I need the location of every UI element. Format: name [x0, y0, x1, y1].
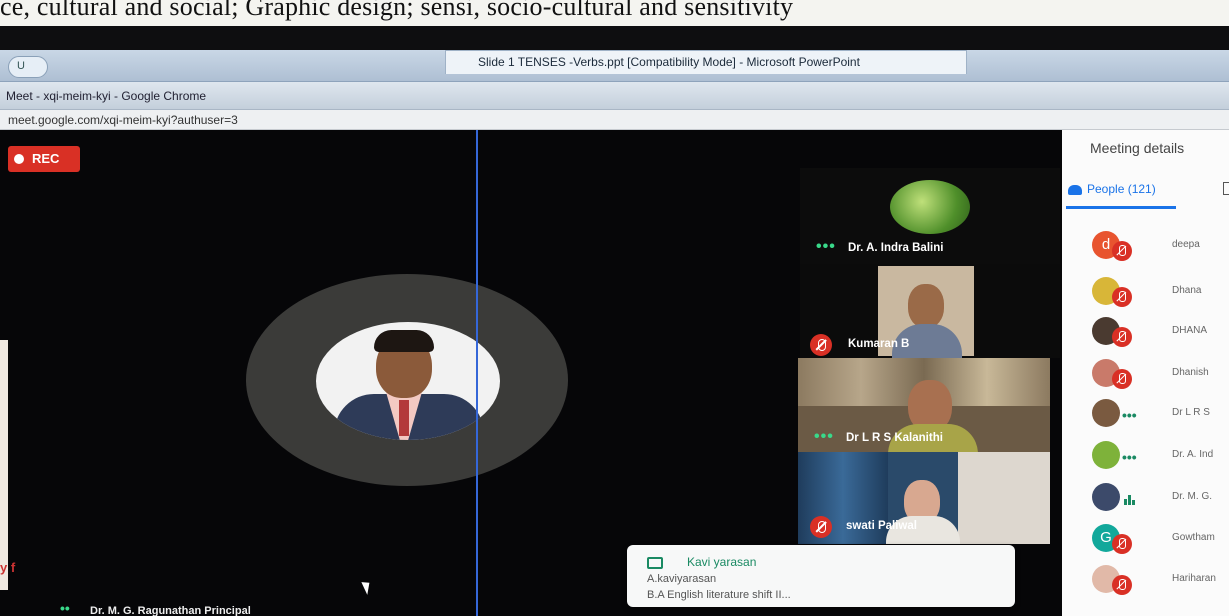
background-window-text: y f	[0, 560, 16, 575]
participant-row[interactable]: DHANA	[1062, 313, 1229, 349]
office-button-label: U	[17, 60, 25, 72]
participant-name: Dhanish	[1172, 367, 1209, 378]
chrome-titlebar: Meet - xqi-meim-kyi - Google Chrome	[0, 82, 1229, 110]
participant-name: Dr. A. Ind	[1172, 449, 1214, 460]
url-text: meet.google.com/xqi-meim-kyi?authuser=3	[8, 113, 238, 127]
speaking-dots-icon: •••	[1122, 449, 1137, 465]
participant-row[interactable]: G Gowtham	[1062, 520, 1229, 556]
mic-off-icon	[810, 516, 832, 538]
participant-name: Hariharan	[1172, 573, 1216, 584]
document-text: ce, cultural and social; Graphic design;…	[0, 0, 794, 21]
participant-tile[interactable]: Kumaran B	[800, 264, 1060, 358]
chat-sender: A.kaviyarasan	[647, 573, 717, 585]
presenter-name: Dr. M. G. Ragunathan Principal	[90, 605, 251, 616]
participant-name: Gowtham	[1172, 532, 1215, 543]
office-button[interactable]: U	[8, 56, 48, 78]
participant-name: swati Paliwal	[846, 520, 917, 532]
participant-avatar	[1092, 441, 1120, 469]
record-icon	[14, 154, 24, 164]
chat-message: B.A English literature shift II...	[647, 589, 791, 601]
chat-tab-icon[interactable]	[1223, 182, 1229, 195]
participant-name: Dr L R S Kalanithi	[846, 432, 943, 444]
participant-name: DHANA	[1172, 325, 1208, 336]
participant-name: Dhana	[1172, 285, 1202, 296]
participant-tile[interactable]: ••• Dr. A. Indra Balini	[800, 168, 1060, 264]
tab-people[interactable]: People (121)	[1068, 182, 1156, 196]
speaker-avatar[interactable]	[316, 322, 500, 440]
speaking-dots-icon: •••	[814, 428, 834, 445]
meeting-details-panel: Meeting details People (121) d deepa Dhana…	[1062, 130, 1229, 616]
participant-avatar	[1092, 483, 1120, 511]
recording-label: REC	[32, 151, 60, 166]
speaking-dots-icon: •••	[1122, 407, 1137, 423]
chat-notification[interactable]: Kavi yarasan A.kaviyarasan B.A English l…	[627, 545, 1015, 607]
participant-row[interactable]: d deepa	[1062, 227, 1229, 263]
mic-off-icon	[810, 334, 832, 356]
mic-off-icon	[1112, 327, 1132, 347]
participant-row[interactable]: Dr. M. G.	[1062, 479, 1229, 515]
tab-people-label: People (121)	[1087, 182, 1156, 196]
participant-name: deepa	[1172, 239, 1200, 250]
address-bar[interactable]: meet.google.com/xqi-meim-kyi?authuser=3	[0, 110, 1229, 130]
participant-avatar	[890, 180, 970, 234]
participant-row[interactable]: ••• Dr. A. Ind	[1062, 437, 1229, 473]
participant-row[interactable]: Hariharan	[1062, 561, 1229, 597]
participant-name: Dr L R S	[1172, 407, 1210, 418]
participant-row[interactable]: Dhanish	[1062, 355, 1229, 391]
participant-name: Dr. M. G.	[1172, 491, 1212, 502]
participant-row[interactable]: Dhana	[1062, 273, 1229, 309]
panel-title: Meeting details	[1090, 140, 1185, 156]
mic-off-icon	[1112, 575, 1132, 595]
background-document: ce, cultural and social; Graphic design;…	[0, 0, 1229, 26]
chat-icon	[647, 557, 663, 569]
speaking-dots-icon: •••	[816, 238, 836, 255]
active-tab-indicator	[1066, 206, 1176, 209]
powerpoint-window-title: Slide 1 TENSES -Verbs.ppt [Compatibility…	[478, 55, 860, 69]
screen-artifact-line	[476, 130, 478, 616]
participant-tile[interactable]: swati Paliwal	[798, 452, 1050, 544]
mic-off-icon	[1112, 241, 1132, 261]
participant-row[interactable]: ••• Dr L R S	[1062, 395, 1229, 431]
mic-off-icon	[1112, 534, 1132, 554]
speaking-dots-icon: ••	[60, 600, 70, 616]
participant-avatar	[1092, 399, 1120, 427]
participant-name: Kumaran B	[848, 338, 910, 350]
mic-off-icon	[1112, 287, 1132, 307]
participant-tile[interactable]: ••• Dr L R S Kalanithi	[798, 358, 1050, 452]
background-window-edge	[0, 340, 8, 590]
mic-off-icon	[1112, 369, 1132, 389]
chrome-window-title: Meet - xqi-meim-kyi - Google Chrome	[6, 89, 207, 103]
participant-name: Dr. A. Indra Balini	[848, 242, 944, 254]
audio-level-icon	[1124, 495, 1136, 505]
chat-notification-title: Kavi yarasan	[687, 555, 757, 569]
recording-badge: REC	[8, 146, 80, 172]
people-icon	[1068, 184, 1082, 195]
